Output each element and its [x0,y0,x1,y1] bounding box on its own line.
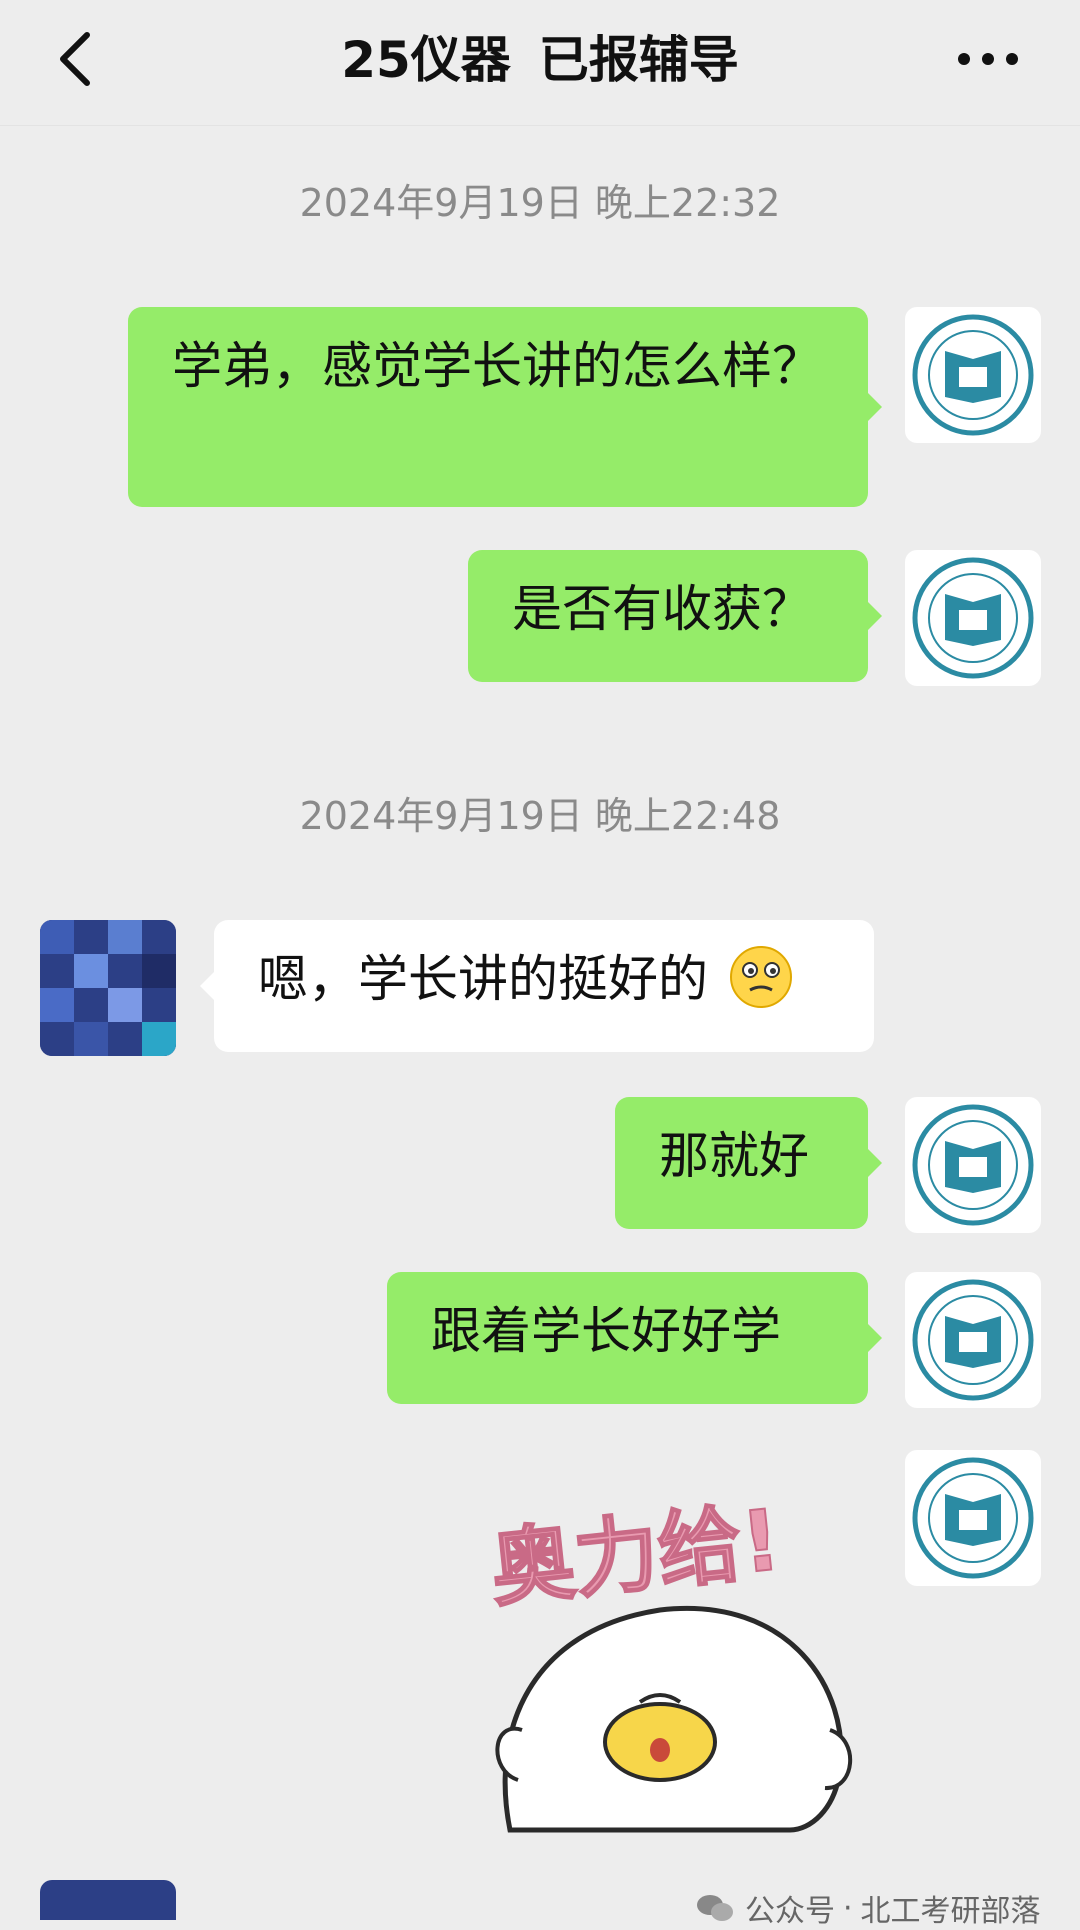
my-avatar[interactable] [905,550,1041,686]
pixelated-avatar-icon [40,920,176,1056]
chat-title-group: 25仪器 [341,31,511,89]
more-button[interactable] [948,24,1028,94]
watermark-account-name: 北工考研部落 [860,1894,1041,1929]
my-avatar[interactable] [905,1450,1041,1586]
wechat-icon [697,1895,733,1921]
message-text: 学弟，感觉学长讲的怎么样？ [172,337,822,395]
college-logo-icon [912,557,1034,679]
timestamp: 2024年9月19日 晚上22:48 [299,794,781,838]
my-avatar[interactable] [905,1272,1041,1408]
message-bubble-received[interactable]: 嗯，学长讲的挺好的 [200,920,874,1052]
college-logo-icon [912,1104,1034,1226]
chat-header: 25仪器 已报辅导 [0,0,1080,126]
my-avatar[interactable] [905,307,1041,443]
sticker-message[interactable]: 奥力给! [470,1470,870,1850]
college-logo-icon [912,314,1034,436]
contact-avatar[interactable] [40,920,176,1056]
timestamp: 2024年9月19日 晚上22:32 [299,181,781,225]
message-bubble-sent[interactable]: 跟着学长好好学 [387,1272,882,1404]
duck-sticker-icon: 奥力给! [485,1490,853,1833]
college-logo-icon [912,1279,1034,1401]
college-logo-icon [912,1457,1034,1579]
chat-title: 25仪器 已报辅导 [0,24,1080,96]
message-bubble-sent[interactable]: 那就好 [615,1097,882,1229]
sticker-text: 奥力给! [486,1491,785,1619]
watermark: 公众号 · 北工考研部落 [695,1886,1041,1930]
contact-avatar[interactable] [40,1880,176,1920]
watermark-separator: · [843,1890,853,1926]
more-dots-icon [958,53,1018,65]
message-text: 嗯，学长讲的挺好的 [258,950,708,1008]
watermark-label: 公众号 [745,1894,835,1929]
my-avatar[interactable] [905,1097,1041,1233]
smirk-emoji-icon [729,946,792,1008]
message-text: 那就好 [659,1127,809,1185]
chat-title-status: 已报辅导 [538,31,739,89]
message-bubble-sent[interactable]: 学弟，感觉学长讲的怎么样？ [128,307,882,507]
message-text: 跟着学长好好学 [431,1302,781,1360]
message-text: 是否有收获？ [512,580,812,638]
message-bubble-sent[interactable]: 是否有收获？ [468,550,882,682]
